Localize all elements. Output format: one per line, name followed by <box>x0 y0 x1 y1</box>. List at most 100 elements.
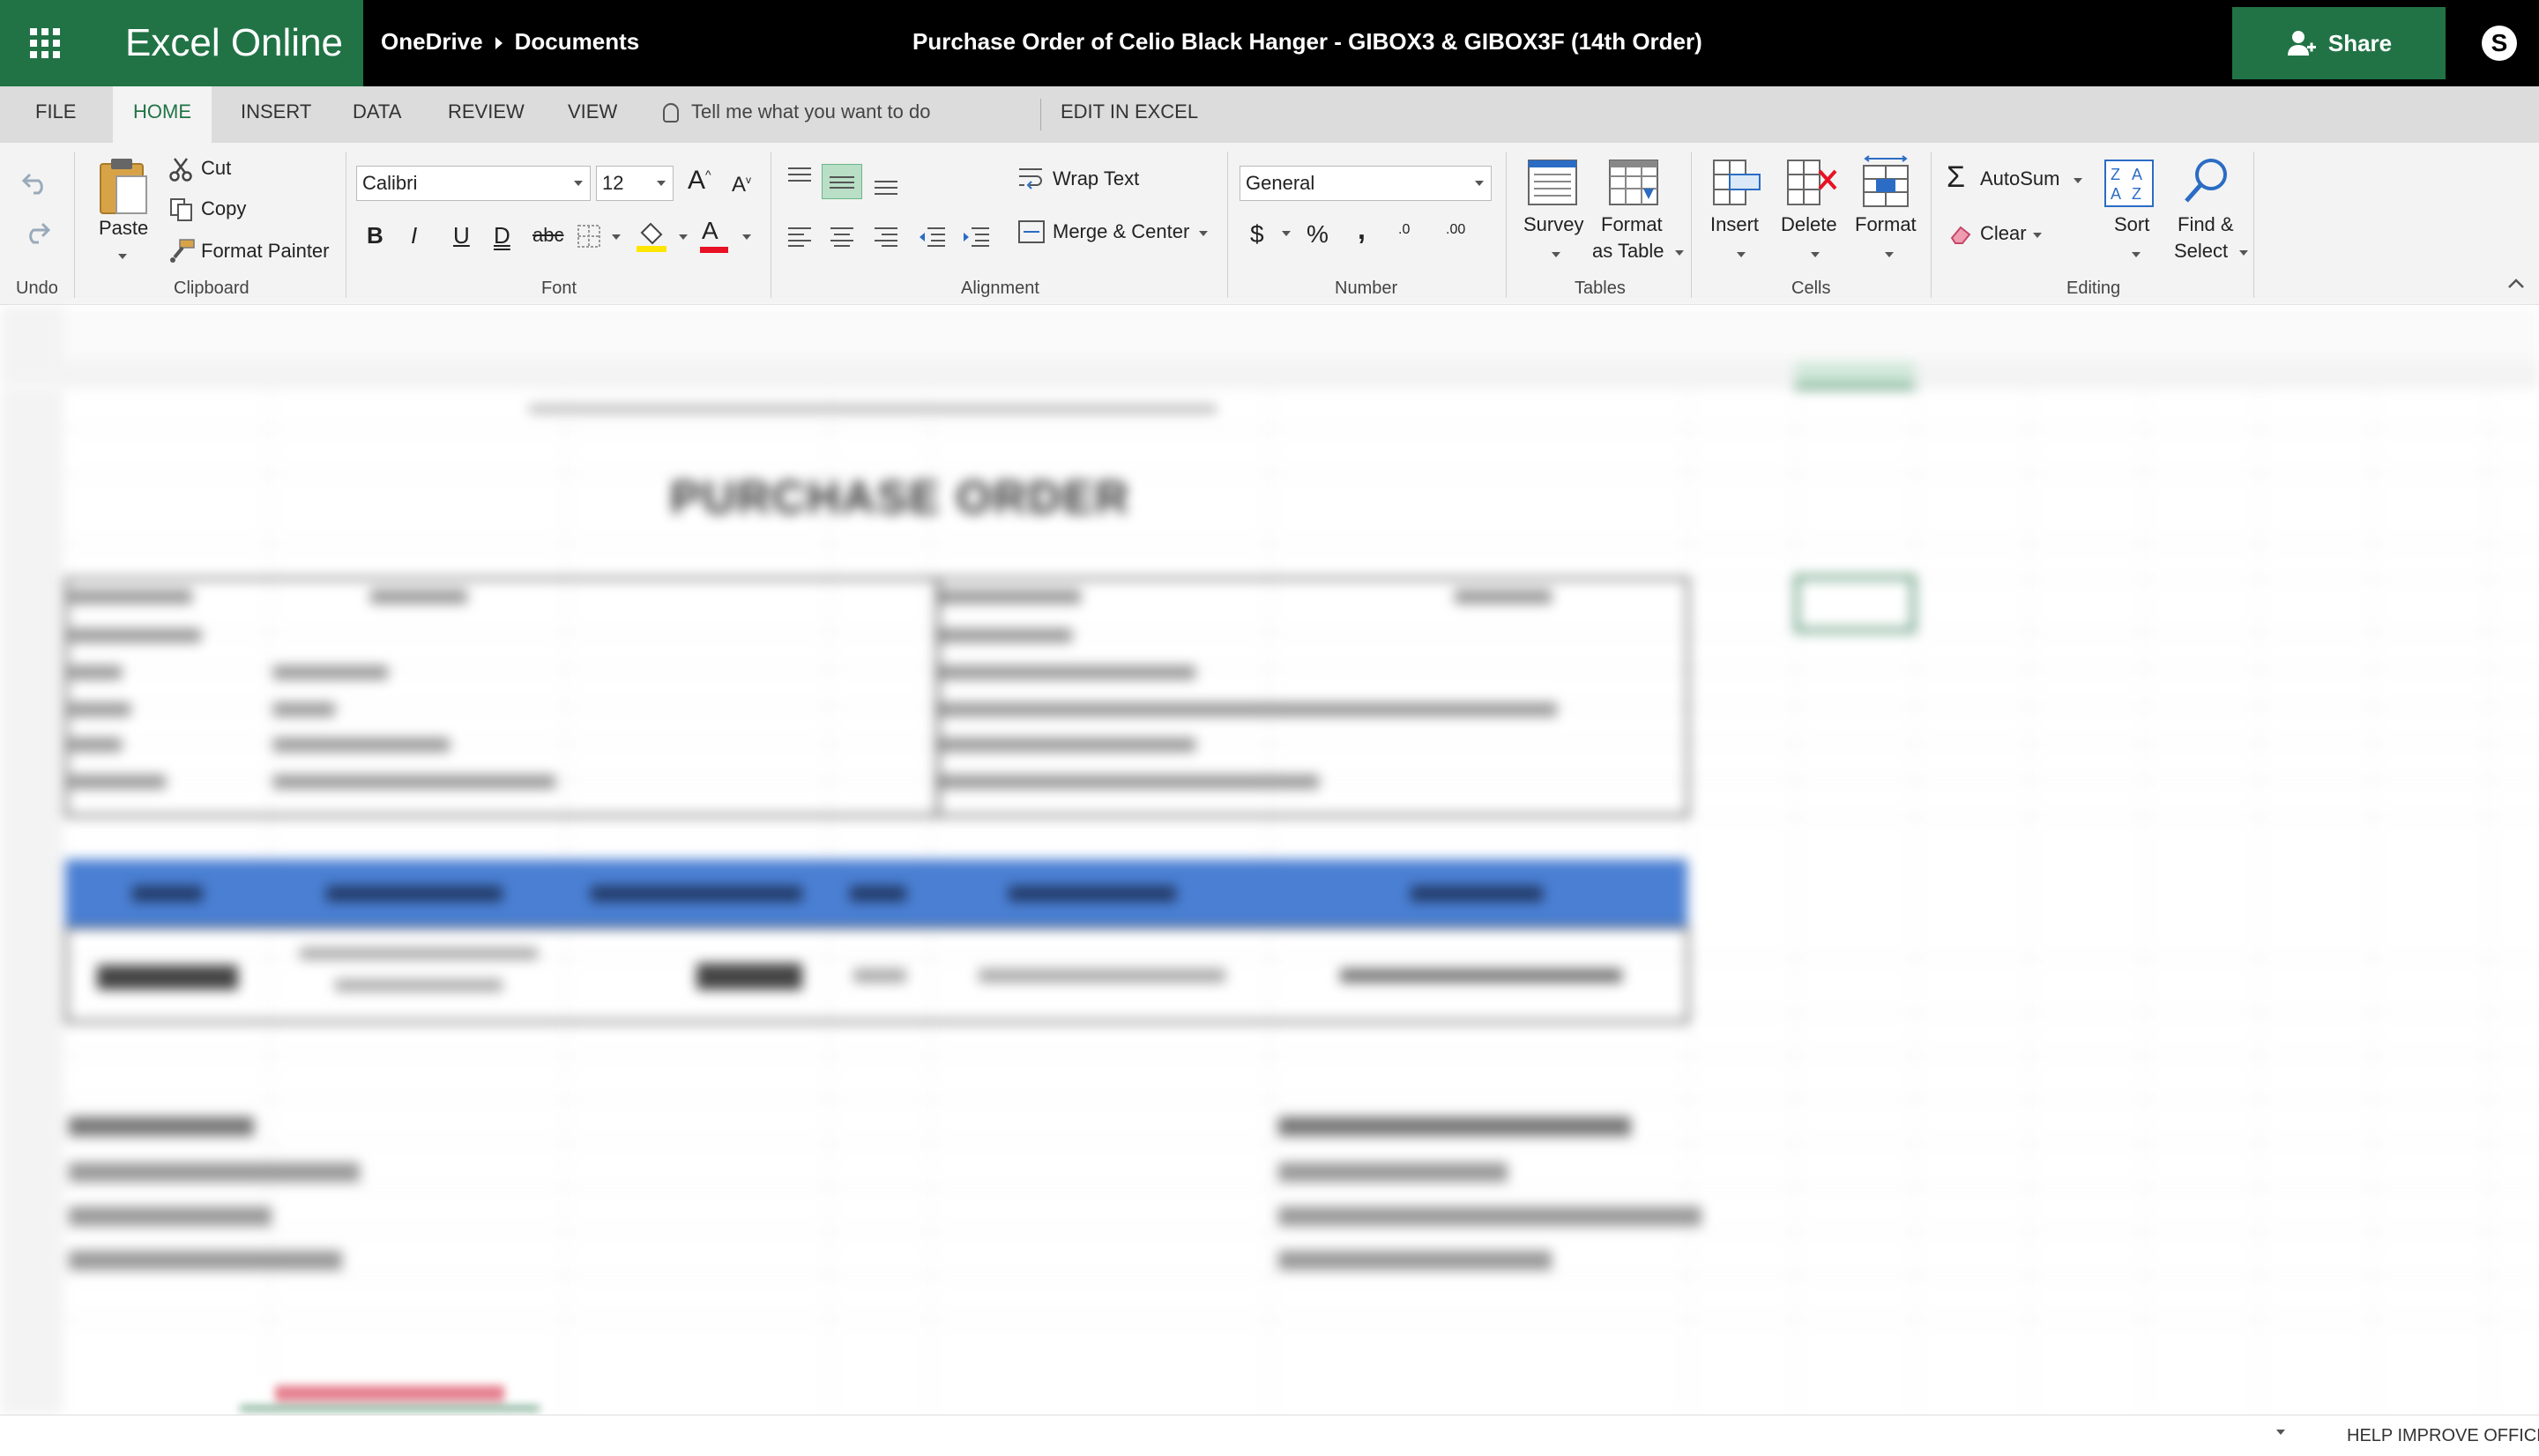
percent-button[interactable]: % <box>1307 220 1329 249</box>
chevron-down-icon <box>574 181 583 186</box>
remark-placeholder <box>1340 969 1622 983</box>
paintbrush-icon <box>170 239 195 263</box>
chevron-down-icon <box>1811 252 1820 257</box>
chevron-down-icon <box>2132 252 2141 257</box>
sheet-tab[interactable] <box>240 1368 540 1412</box>
font-size-select[interactable]: 12 <box>596 166 674 201</box>
gridline <box>63 1099 2539 1100</box>
tab-file[interactable]: FILE <box>35 86 76 143</box>
status-bar: HELP IMPROVE OFFICE <box>0 1415 2539 1456</box>
underline-button[interactable]: U <box>453 222 470 249</box>
font-name-select[interactable]: Calibri <box>356 166 591 201</box>
info-value-placeholder <box>940 702 1557 717</box>
redo-icon[interactable] <box>21 219 51 245</box>
font-color-swatch <box>700 247 728 253</box>
select-all-corner[interactable] <box>0 306 63 385</box>
description-placeholder <box>300 947 538 960</box>
collapse-ribbon-icon[interactable] <box>2507 277 2525 289</box>
delete-label: Delete <box>1781 213 1837 235</box>
tab-view[interactable]: VIEW <box>568 86 617 143</box>
undo-icon[interactable] <box>21 169 51 196</box>
info-value-placeholder <box>940 590 1081 604</box>
insert-cells-icon <box>1713 160 1761 205</box>
currency-button[interactable]: $ <box>1250 220 1264 249</box>
gridline <box>63 1231 2539 1232</box>
formula-bar[interactable] <box>0 306 2539 359</box>
chevron-down-icon <box>118 254 127 259</box>
align-center-icon[interactable] <box>829 226 855 247</box>
decrease-indent-icon[interactable] <box>917 226 947 247</box>
tab-review[interactable]: REVIEW <box>448 86 525 143</box>
number-format-select[interactable]: General <box>1240 166 1492 201</box>
info-value-placeholder <box>1455 590 1552 604</box>
spreadsheet-grid[interactable]: PURCHASE ORDER <box>0 306 2539 1415</box>
gridline <box>2144 389 2145 1415</box>
svg-text:Z: Z <box>2132 185 2141 203</box>
clipboard-icon <box>100 159 147 214</box>
active-cell[interactable] <box>1795 576 1915 632</box>
description-placeholder <box>335 979 503 992</box>
gridline <box>2488 389 2489 1415</box>
group-divider <box>1931 152 1932 298</box>
info-label-placeholder <box>69 702 130 717</box>
tab-insert[interactable]: INSERT <box>241 86 311 143</box>
chevron-down-icon <box>1199 231 1208 236</box>
italic-button[interactable]: I <box>411 222 417 249</box>
document-title[interactable]: Purchase Order of Celio Black Hanger - G… <box>912 0 1702 86</box>
tab-data[interactable]: DATA <box>353 86 401 143</box>
gridline <box>1795 389 1796 1415</box>
wrap-text-icon <box>1019 168 1042 189</box>
share-button[interactable]: Share <box>2232 7 2446 79</box>
app-name[interactable]: Excel Online <box>90 0 363 86</box>
align-left-icon[interactable] <box>786 226 813 247</box>
item-placeholder <box>97 965 238 990</box>
strikethrough-button[interactable]: abc <box>532 224 563 247</box>
group-divider <box>1506 152 1507 298</box>
survey-icon <box>1528 160 1577 205</box>
row-headers[interactable] <box>0 389 63 1415</box>
align-bottom-icon[interactable] <box>873 175 899 196</box>
breadcrumb-onedrive[interactable]: OneDrive <box>381 28 483 55</box>
chevron-down-icon[interactable] <box>2276 1430 2285 1435</box>
help-improve-office-link[interactable]: HELP IMPROVE OFFICE <box>2347 1426 2539 1446</box>
tab-home[interactable]: HOME <box>113 86 212 143</box>
comma-style-button[interactable]: , <box>1358 213 1366 246</box>
active-column-header[interactable] <box>1795 362 1915 389</box>
add-person-icon <box>2287 31 2316 56</box>
align-middle-button[interactable] <box>822 164 862 199</box>
breadcrumb-documents[interactable]: Documents <box>515 28 640 55</box>
svg-text:A: A <box>2132 166 2142 183</box>
undo-group-label: Undo <box>16 279 58 298</box>
chevron-right-icon <box>495 37 503 50</box>
info-value-placeholder <box>273 665 388 680</box>
double-underline-button[interactable]: D <box>494 222 510 249</box>
signature-placeholder <box>69 1117 254 1136</box>
info-value-placeholder <box>273 775 555 789</box>
merge-cells-icon <box>1018 220 1045 243</box>
align-right-icon[interactable] <box>873 226 899 247</box>
signature-placeholder <box>69 1207 272 1226</box>
decrease-decimal-button[interactable]: .00 <box>1446 222 1465 238</box>
tell-me-box[interactable]: Tell me what you want to do <box>663 86 930 143</box>
eraser-icon <box>1950 226 1971 244</box>
chevron-down-icon <box>2239 250 2248 256</box>
skype-button[interactable]: S <box>2460 0 2539 86</box>
increase-decimal-button[interactable]: .0 <box>1398 222 1410 238</box>
info-value-placeholder <box>273 702 335 717</box>
gridline <box>63 1275 2539 1276</box>
autosum-label: AutoSum <box>1980 167 2060 189</box>
grow-font-icon[interactable]: A^ <box>688 166 711 196</box>
survey-label: Survey <box>1523 213 1584 235</box>
info-value-placeholder <box>940 665 1195 680</box>
chevron-down-icon <box>1675 250 1684 256</box>
increase-indent-icon[interactable] <box>961 226 991 247</box>
gridline <box>63 1187 2539 1188</box>
column-headers[interactable] <box>63 362 2539 389</box>
bold-button[interactable]: B <box>367 222 383 249</box>
app-launcher-button[interactable] <box>0 0 90 86</box>
align-top-icon[interactable] <box>786 166 813 187</box>
edit-in-excel-button[interactable]: EDIT IN EXCEL <box>1061 86 1198 143</box>
shrink-font-icon[interactable]: Av <box>732 173 751 197</box>
lightbulb-icon <box>663 103 679 123</box>
gridline <box>63 544 2539 545</box>
